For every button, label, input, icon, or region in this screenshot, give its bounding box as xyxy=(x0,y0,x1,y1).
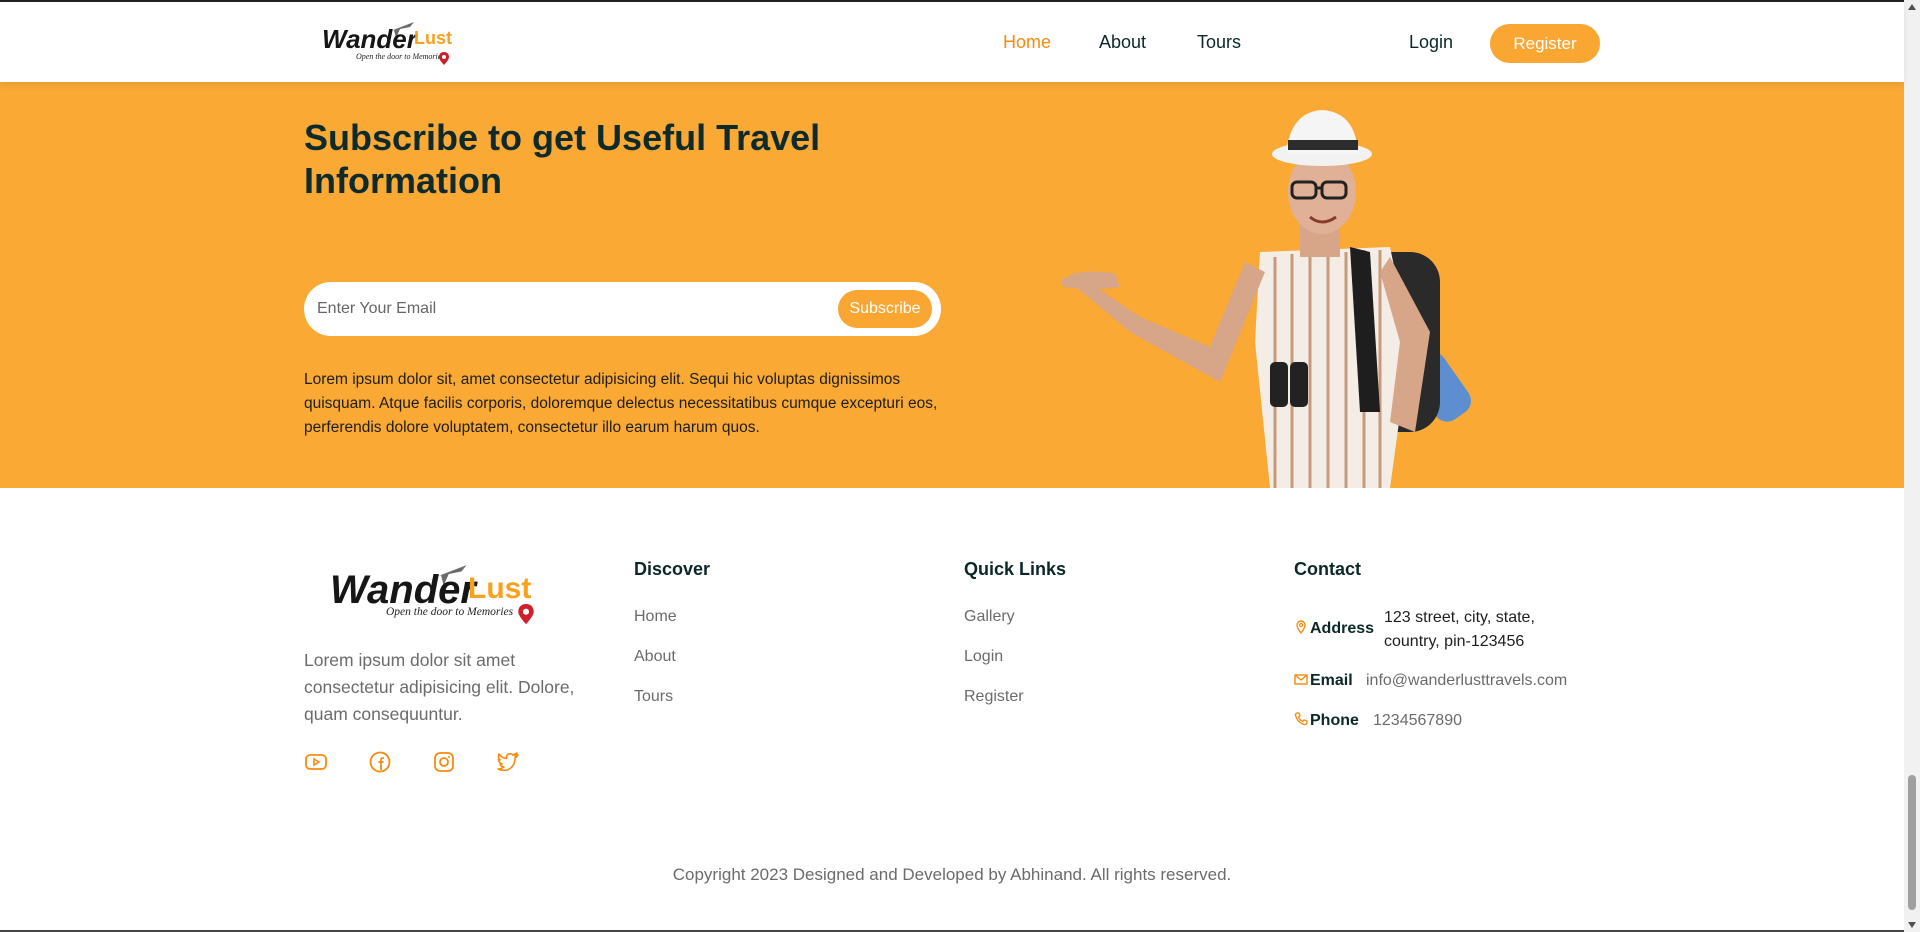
phone-icon xyxy=(1294,712,1308,726)
logo-tagline: Open the door to Memories xyxy=(356,52,445,61)
footer-link-about[interactable]: About xyxy=(634,648,676,666)
nav-tours[interactable]: Tours xyxy=(1197,32,1241,53)
footer-logo-accent: Lust xyxy=(468,572,532,605)
phone-value[interactable]: 1234567890 xyxy=(1373,709,1462,733)
address-value: 123 street, city, state, country, pin-12… xyxy=(1384,609,1535,650)
scroll-up-arrow-icon[interactable] xyxy=(1908,4,1916,10)
youtube-icon[interactable] xyxy=(304,750,328,774)
traveler-image xyxy=(1062,110,1471,488)
copyright-text: Copyright 2023 Designed and Developed by… xyxy=(672,865,1232,884)
logo-accent: Lust xyxy=(414,28,452,48)
subscribe-description: Lorem ipsum dolor sit, amet consectetur … xyxy=(304,371,938,436)
contact-title: Contact xyxy=(1294,559,1361,579)
facebook-icon[interactable] xyxy=(368,750,392,774)
page-scrollbar[interactable] xyxy=(1904,0,1920,932)
footer-link-login[interactable]: Login xyxy=(964,648,1003,666)
subscribe-button[interactable]: Subscribe xyxy=(838,290,932,328)
footer-link-home[interactable]: Home xyxy=(634,608,677,626)
footer-logo[interactable]: Wander Lust Open the door to Memories xyxy=(330,560,550,638)
subscribe-section: Subscribe to get Useful Travel Informati… xyxy=(0,82,1904,488)
header-logo[interactable]: Wander Lust Open the door to Memories xyxy=(320,18,460,68)
location-pin-icon xyxy=(439,52,449,65)
email-label: Email xyxy=(1310,672,1353,689)
email-value[interactable]: info@wanderlusttravels.com xyxy=(1366,669,1567,693)
footer-logo-tagline: Open the door to Memories xyxy=(386,606,514,618)
login-link[interactable]: Login xyxy=(1409,32,1453,53)
footer-link-gallery[interactable]: Gallery xyxy=(964,608,1015,626)
subscribe-form: Subscribe xyxy=(304,282,941,336)
location-pin-icon xyxy=(518,604,534,624)
address-label: Address xyxy=(1310,620,1375,637)
footer-link-register[interactable]: Register xyxy=(964,688,1024,706)
discover-title: Discover xyxy=(634,559,711,579)
nav-home[interactable]: Home xyxy=(1003,32,1051,53)
footer-description: Lorem ipsum dolor sit amet consectetur a… xyxy=(304,650,575,724)
scroll-down-arrow-icon[interactable] xyxy=(1908,922,1916,928)
mail-icon xyxy=(1294,674,1308,685)
subscribe-title: Subscribe to get Useful Travel Informati… xyxy=(304,117,821,201)
email-input[interactable] xyxy=(317,294,817,324)
phone-label: Phone xyxy=(1310,712,1359,729)
location-pin-icon xyxy=(1296,620,1306,634)
logo-word: Wander xyxy=(322,24,417,54)
quick-links-title: Quick Links xyxy=(964,559,1067,579)
twitter-icon[interactable] xyxy=(496,750,520,774)
site-header: Wander Lust Open the door to Memories Ho… xyxy=(0,2,1904,82)
nav-about[interactable]: About xyxy=(1099,32,1146,53)
instagram-icon[interactable] xyxy=(432,750,456,774)
footer-link-tours[interactable]: Tours xyxy=(634,688,673,706)
scroll-thumb[interactable] xyxy=(1908,775,1916,910)
register-button[interactable]: Register xyxy=(1490,24,1600,63)
